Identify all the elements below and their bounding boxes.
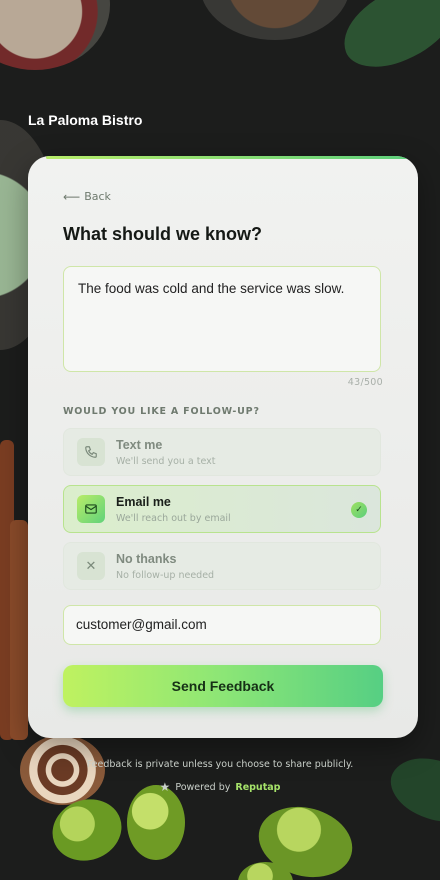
feedback-card: ⟵ Back What should we know? The food was… bbox=[28, 156, 418, 738]
decorative-bowl bbox=[200, 0, 350, 40]
decorative-roll bbox=[20, 735, 105, 805]
option-title: Email me bbox=[116, 495, 171, 509]
option-title: No thanks bbox=[116, 552, 177, 566]
send-feedback-button[interactable]: Send Feedback bbox=[63, 665, 383, 707]
option-subtitle: No follow-up needed bbox=[116, 570, 215, 581]
decorative-cinnamon bbox=[10, 520, 28, 740]
feedback-textarea[interactable]: The food was cold and the service was sl… bbox=[63, 266, 381, 372]
powered-by-label: Powered by bbox=[175, 781, 231, 793]
decorative-olive bbox=[127, 785, 185, 860]
followup-section-label: WOULD YOU LIKE A FOLLOW-UP? bbox=[63, 406, 260, 417]
option-no-thanks[interactable]: ✕ No thanks No follow-up needed bbox=[63, 542, 381, 590]
checkmark-icon: ✓ bbox=[351, 502, 367, 518]
star-icon: ★ bbox=[159, 780, 171, 794]
phone-icon bbox=[77, 438, 105, 466]
close-icon: ✕ bbox=[77, 552, 105, 580]
brand-name: La Paloma Bistro bbox=[28, 112, 143, 128]
reputap-link[interactable]: Reputap bbox=[235, 782, 280, 793]
option-subtitle: We'll reach out by email bbox=[116, 513, 231, 524]
mail-icon bbox=[77, 495, 105, 523]
email-field[interactable]: customer@gmail.com bbox=[63, 605, 381, 645]
option-subtitle: We'll send you a text bbox=[116, 456, 216, 467]
option-text-me[interactable]: Text me We'll send you a text bbox=[63, 428, 381, 476]
option-title: Text me bbox=[116, 438, 163, 452]
decorative-leaf bbox=[331, 0, 440, 79]
card-accent-bar bbox=[46, 156, 418, 159]
back-label: Back bbox=[84, 190, 111, 203]
decorative-bowl bbox=[0, 0, 110, 70]
option-email-me[interactable]: Email me We'll reach out by email ✓ bbox=[63, 485, 381, 533]
powered-by: ★ Powered by Reputap bbox=[0, 780, 440, 794]
character-counter: 43/500 bbox=[347, 377, 383, 388]
page-title: What should we know? bbox=[63, 224, 262, 244]
privacy-note: Feedback is private unless you choose to… bbox=[86, 759, 354, 770]
arrow-left-icon: ⟵ bbox=[63, 189, 81, 204]
back-button[interactable]: ⟵ Back bbox=[63, 190, 111, 203]
